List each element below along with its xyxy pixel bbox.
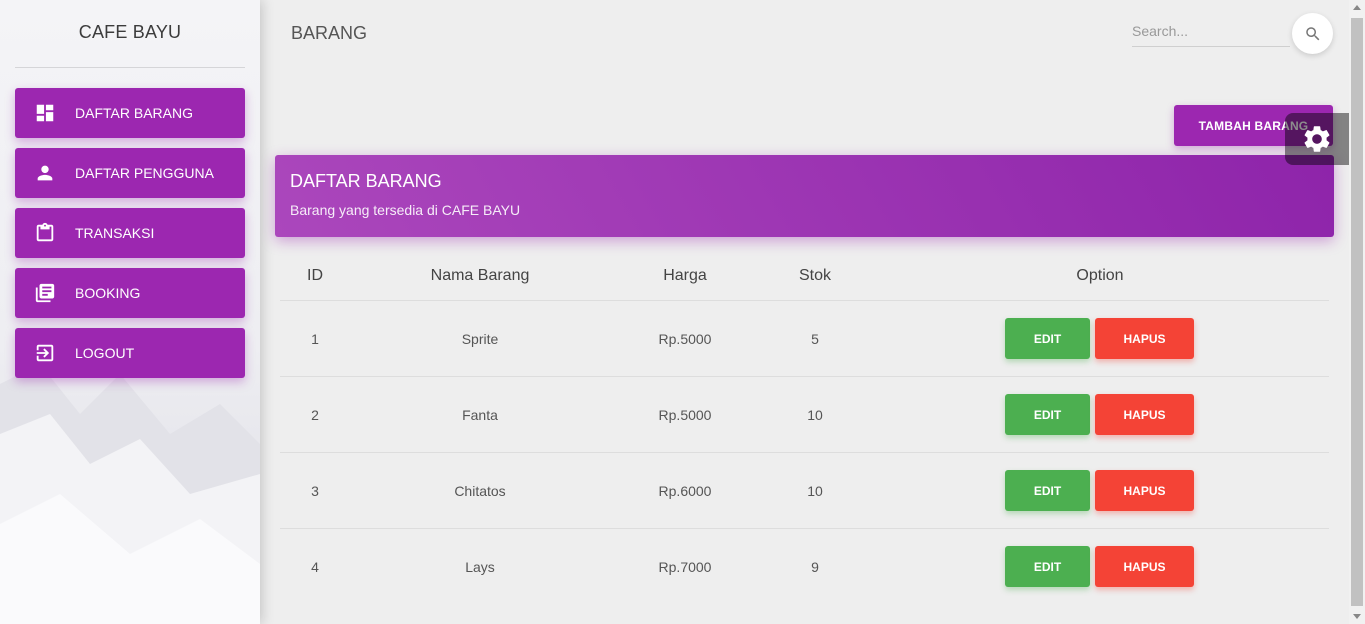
- cell-id: 4: [311, 559, 319, 575]
- hapus-button[interactable]: HAPUS: [1095, 318, 1194, 359]
- edit-button[interactable]: EDIT: [1005, 546, 1090, 587]
- cell-harga: Rp.5000: [658, 330, 712, 347]
- column-header-stok: Stok: [798, 267, 831, 284]
- clipboard-icon: [34, 222, 56, 244]
- sidebar-item-label: DAFTAR PENGGUNA: [75, 165, 214, 181]
- page-title: BARANG: [291, 23, 368, 43]
- page-scrollbar[interactable]: [1349, 0, 1365, 624]
- table-header-row: ID Nama Barang Harga Stok Option: [280, 252, 1329, 301]
- table-row: 2 Fanta Rp.5000 10 EDIT HAPUS: [280, 377, 1329, 453]
- barang-table: ID Nama Barang Harga Stok Option 1 Sprit…: [280, 252, 1329, 605]
- cell-stok: 5: [811, 330, 819, 347]
- cell-stok: 9: [811, 559, 819, 575]
- hapus-button[interactable]: HAPUS: [1095, 394, 1194, 435]
- person-icon: [34, 162, 56, 184]
- column-header-harga: Harga: [663, 267, 707, 284]
- sidebar-item-daftar-barang[interactable]: DAFTAR BARANG: [15, 88, 245, 138]
- cell-nama-barang: Sprite: [461, 330, 499, 347]
- table-body: 1 Sprite Rp.5000 5 EDIT HAPUS 2 Fanta Rp…: [280, 301, 1329, 605]
- library-books-icon: [34, 282, 56, 304]
- card-subtitle: Barang yang tersedia di CAFE BAYU: [290, 202, 521, 218]
- sidebar-item-label: LOGOUT: [75, 345, 135, 361]
- edit-button[interactable]: EDIT: [1005, 470, 1090, 511]
- hapus-button[interactable]: HAPUS: [1095, 470, 1194, 511]
- table-row: 1 Sprite Rp.5000 5 EDIT HAPUS: [280, 301, 1329, 377]
- logout-icon: [34, 342, 56, 364]
- column-header-id: ID: [307, 267, 323, 284]
- sidebar-item-daftar-pengguna[interactable]: DAFTAR PENGGUNA: [15, 148, 245, 198]
- cell-id: 3: [311, 482, 319, 499]
- edit-button[interactable]: EDIT: [1005, 318, 1090, 359]
- brand-divider: [15, 67, 245, 68]
- column-header-option: Option: [1076, 267, 1124, 284]
- sidebar-item-label: DAFTAR BARANG: [75, 105, 193, 121]
- search-button[interactable]: [1292, 13, 1333, 54]
- sidebar-item-transaksi[interactable]: TRANSAKSI: [15, 208, 245, 258]
- settings-button[interactable]: [1285, 113, 1349, 165]
- brand-title[interactable]: CAFE BAYU: [0, 22, 260, 43]
- table-row: 3 Chitatos Rp.6000 10 EDIT HAPUS: [280, 453, 1329, 529]
- cell-nama-barang: Fanta: [462, 406, 498, 423]
- hapus-button[interactable]: HAPUS: [1095, 546, 1194, 587]
- cell-nama-barang: Chitatos: [454, 482, 506, 499]
- cell-harga: Rp.7000: [658, 559, 712, 575]
- table-row: 4 Lays Rp.7000 9 EDIT HAPUS: [280, 529, 1329, 605]
- dashboard-icon: [34, 102, 56, 124]
- sidebar-background-image: [0, 364, 260, 624]
- cell-nama-barang: Lays: [465, 559, 495, 575]
- scroll-up-arrow-icon[interactable]: [1353, 5, 1361, 10]
- scroll-thumb[interactable]: [1351, 18, 1363, 606]
- card-header: DAFTAR BARANG Barang yang tersedia di CA…: [275, 155, 1334, 237]
- cell-harga: Rp.6000: [658, 482, 712, 499]
- card-title: DAFTAR BARANG: [290, 171, 442, 191]
- column-header-nama-barang: Nama Barang: [430, 267, 530, 284]
- cell-id: 2: [311, 406, 319, 423]
- gear-icon: [1304, 126, 1330, 152]
- sidebar-item-label: TRANSAKSI: [75, 225, 155, 241]
- sidebar-item-label: BOOKING: [75, 285, 141, 301]
- sidebar: CAFE BAYU DAFTAR BARANG DAFTAR PENGGUNA …: [0, 0, 260, 624]
- search-icon: [1305, 26, 1319, 40]
- sidebar-item-booking[interactable]: BOOKING: [15, 268, 245, 318]
- search-input[interactable]: [1132, 16, 1290, 47]
- cell-harga: Rp.5000: [658, 406, 712, 423]
- cell-id: 1: [311, 330, 319, 347]
- edit-button[interactable]: EDIT: [1005, 394, 1090, 435]
- sidebar-item-logout[interactable]: LOGOUT: [15, 328, 245, 378]
- cell-stok: 10: [807, 406, 823, 423]
- scroll-down-arrow-icon[interactable]: [1353, 614, 1361, 619]
- cell-stok: 10: [807, 482, 823, 499]
